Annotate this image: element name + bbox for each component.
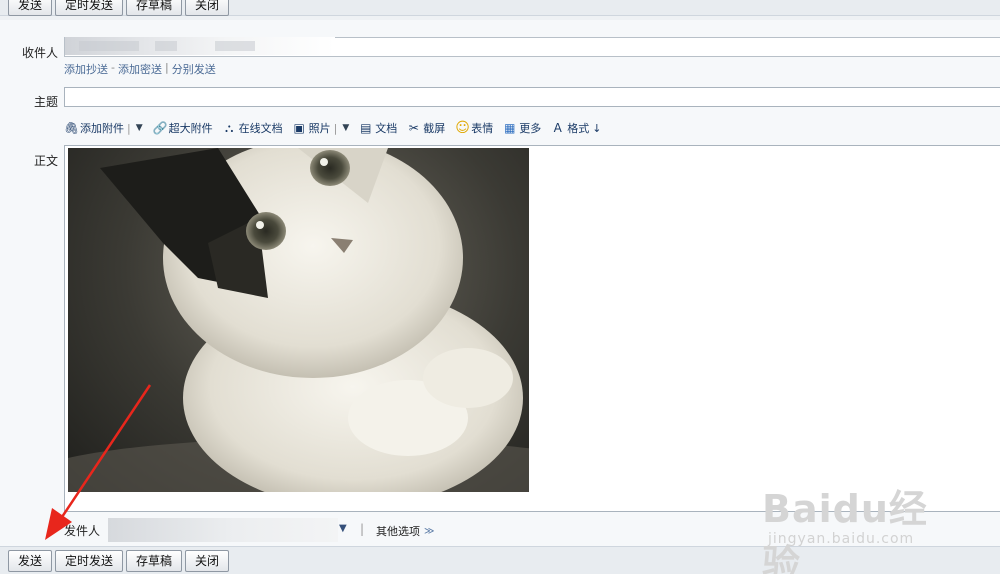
scheduled-send-button[interactable]: 定时发送: [55, 0, 124, 16]
format-toolbar-item[interactable]: ▦ 更多: [503, 120, 541, 136]
sender-label: 发件人: [64, 523, 101, 538]
caret-down-icon[interactable]: ▼: [342, 123, 349, 133]
format-toolbar-item[interactable]: 🔗 超大附件: [153, 120, 213, 136]
add-cc-link[interactable]: 添加抄送: [64, 61, 108, 77]
link-separator: |: [164, 61, 169, 74]
top-toolbar: 发送 定时发送 存草稿 关闭: [0, 0, 1000, 16]
format-toolbar-label: 表情: [471, 122, 494, 135]
format-toolbar-item[interactable]: 🖇 添加附件 | ▼: [64, 120, 143, 136]
add-bcc-link[interactable]: 添加密送: [118, 61, 162, 77]
paperclip-icon: 🖇: [64, 120, 80, 135]
screenshot-icon: ✂: [408, 120, 419, 135]
format-toolbar-item[interactable]: ▣ 照片 | ▼: [293, 120, 349, 136]
document-icon: ▤: [360, 120, 372, 135]
body-label: 正文: [33, 154, 58, 168]
format-toolbar: 🖇 添加附件 | ▼ 🔗 超大附件 ⛬ 在线文档 ▣ 照片 | ▼ ▤ 文档 ✂ 截屏 ☺ 表情 ▦ 更多 A 格式 ↓: [64, 118, 602, 138]
online-doc-icon: ⛬: [224, 120, 234, 135]
caret-separator: |: [127, 121, 131, 135]
photo-icon: ▣: [293, 120, 305, 135]
close-button-bottom[interactable]: 关闭: [185, 549, 230, 572]
format-toolbar-item[interactable]: ✂ 截屏: [407, 120, 446, 136]
kitten-photo: [68, 148, 529, 492]
format-toolbar-label: 添加附件: [80, 122, 124, 135]
send-button[interactable]: 发送: [8, 0, 53, 16]
save-draft-button-bottom[interactable]: 存草稿: [126, 549, 183, 572]
sender-dropdown-icon[interactable]: ▼: [339, 523, 347, 534]
format-toolbar-item[interactable]: ⛬ 在线文档: [223, 120, 283, 136]
caret-separator: |: [333, 121, 338, 135]
format-toolbar-label: 在线文档: [238, 122, 283, 135]
format-toolbar-label: 更多: [519, 122, 542, 135]
format-toolbar-label: 照片: [308, 122, 331, 135]
sender-row: 发件人: [64, 520, 100, 540]
large-attachment-icon: 🔗: [152, 120, 168, 135]
link-separator: -: [111, 61, 115, 74]
watermark-brand: Baidu经验: [762, 487, 928, 574]
kitten-photo-drawing: [68, 148, 529, 492]
more-icon: ▦: [504, 120, 516, 135]
format-toolbar-label: 文档: [375, 122, 398, 135]
to-label: 收件人: [21, 46, 58, 60]
send-button-bottom[interactable]: 发送: [8, 549, 53, 572]
chevron-down-icon: ≫: [424, 525, 435, 537]
recipient-links: 添加抄送 - 添加密送 | 分别发送: [64, 61, 216, 77]
sender-select[interactable]: [108, 518, 338, 542]
format-toolbar-label: 超大附件: [168, 122, 213, 135]
more-options-link[interactable]: 其他选项 ≫: [376, 523, 434, 539]
format-toolbar-label: 截屏: [423, 122, 446, 135]
format-toolbar-label: 格式: [567, 122, 590, 135]
subject-label: 主题: [33, 95, 58, 109]
more-options-label: 其他选项: [376, 525, 420, 538]
close-button[interactable]: 关闭: [185, 0, 230, 16]
format-toolbar-item[interactable]: ▤ 文档: [359, 120, 397, 136]
separate-send-link[interactable]: 分别发送: [172, 61, 216, 77]
baidu-watermark: Baidu经验 jingyan.baidu.com: [762, 478, 962, 574]
format-toolbar-suffix: ↓: [592, 121, 602, 135]
emoji-icon: ☺: [455, 119, 470, 136]
format-toolbar-item[interactable]: A 格式 ↓: [551, 120, 602, 136]
watermark-url: jingyan.baidu.com: [768, 531, 915, 547]
to-recipient-blur: [65, 37, 335, 55]
format-icon: A: [553, 120, 562, 135]
subject-input[interactable]: [64, 87, 1000, 107]
caret-down-icon[interactable]: ▼: [136, 123, 143, 133]
save-draft-button[interactable]: 存草稿: [126, 0, 183, 16]
scheduled-send-button-bottom[interactable]: 定时发送: [55, 549, 124, 572]
format-toolbar-item[interactable]: ☺ 表情: [455, 120, 493, 136]
sender-separator: |: [360, 522, 365, 536]
